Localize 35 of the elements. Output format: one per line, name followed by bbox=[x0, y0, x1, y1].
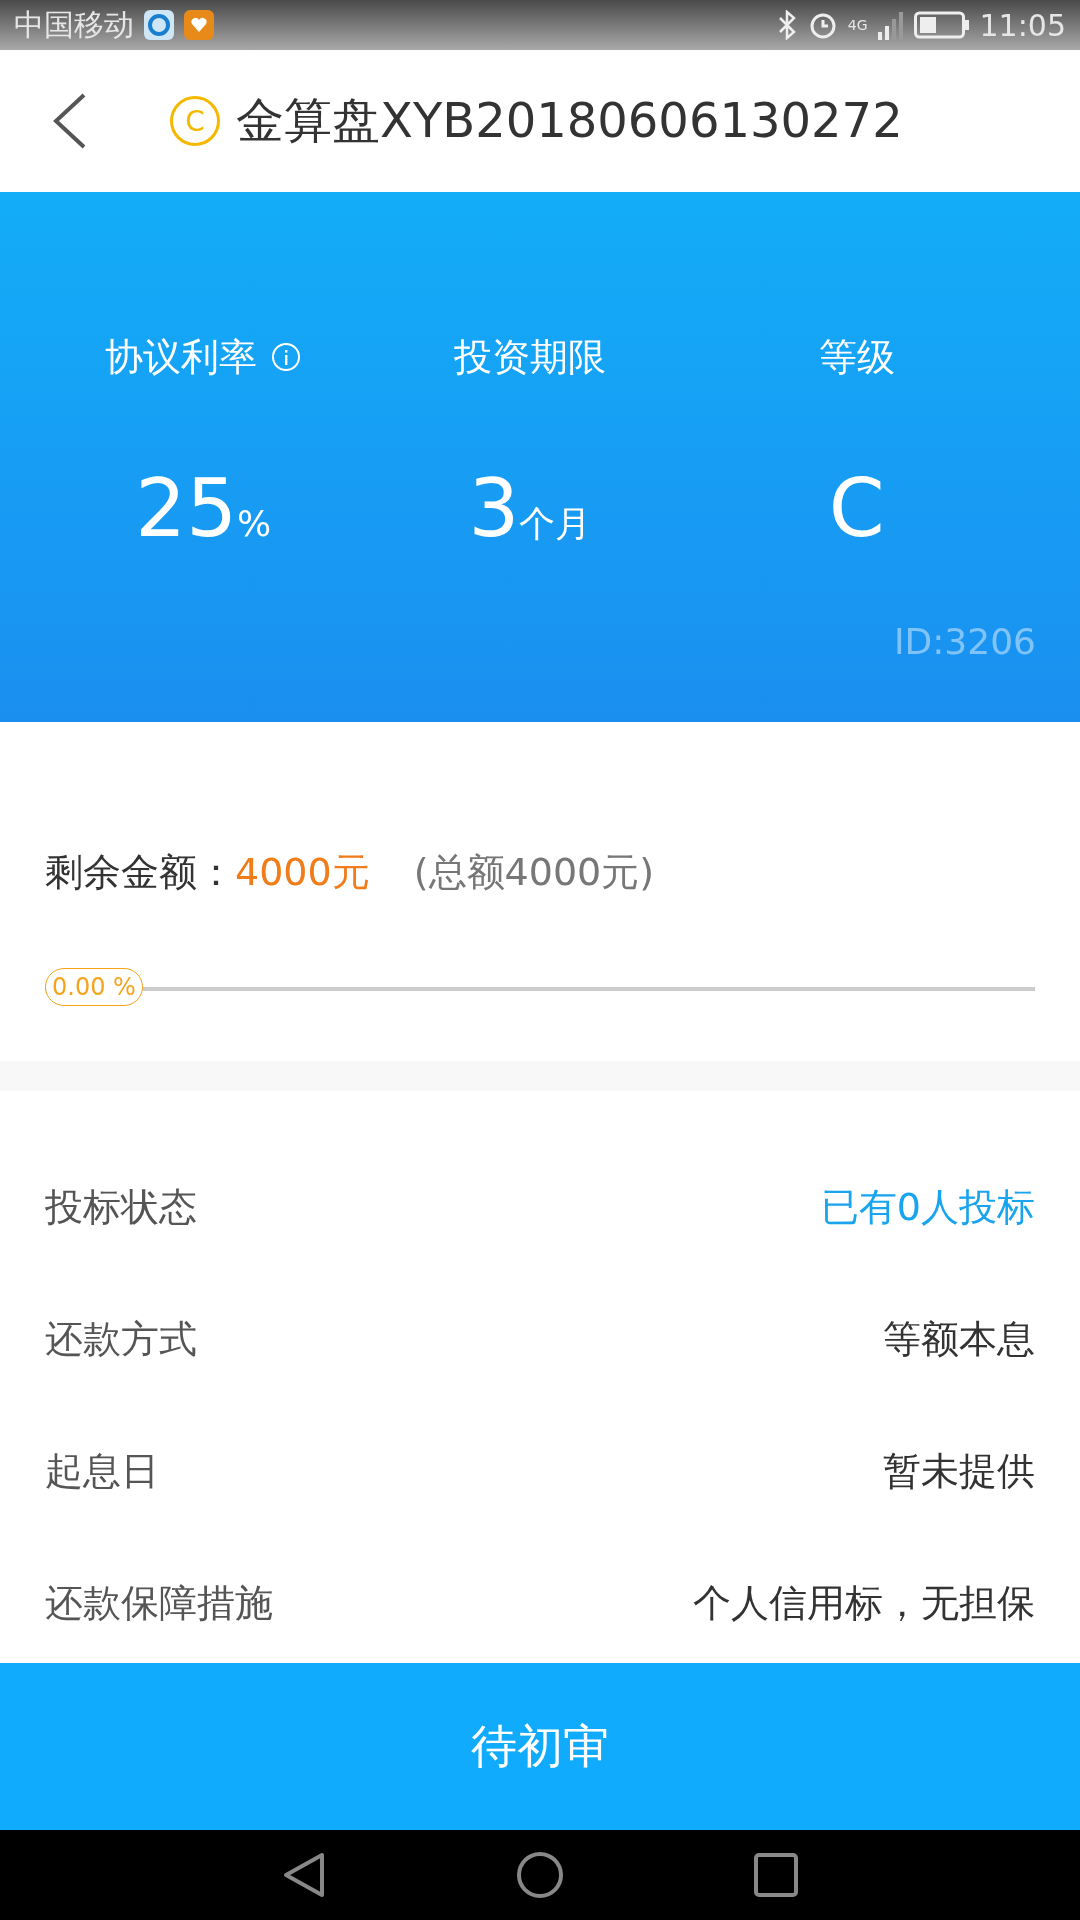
detail-label: 投标状态 bbox=[45, 1183, 197, 1231]
stat-value: C bbox=[828, 462, 885, 555]
page-title: 金算盘XYB20180606130272 bbox=[236, 91, 903, 150]
progress-reading: 0.00 % bbox=[45, 968, 143, 1006]
status-action-button[interactable]: 待初审 bbox=[0, 1663, 1080, 1830]
carrier-name: 中国移动 bbox=[14, 5, 134, 44]
info-icon[interactable] bbox=[271, 342, 302, 372]
signal-icon bbox=[877, 10, 904, 40]
stat-unit: 个月 bbox=[519, 502, 592, 546]
detail-label: 还款保障措施 bbox=[45, 1579, 273, 1627]
stat-unit: % bbox=[237, 503, 272, 544]
detail-label: 还款方式 bbox=[45, 1315, 197, 1363]
grade-badge: C bbox=[170, 96, 220, 146]
battery-icon bbox=[913, 11, 970, 39]
amount-label: 剩余金额： bbox=[45, 848, 235, 896]
total-amount: (总额4000元) bbox=[413, 848, 655, 896]
clock-time: 11:05 bbox=[979, 7, 1066, 43]
detail-value: 已有0人投标 bbox=[820, 1183, 1035, 1231]
detail-value: 等额本息 bbox=[883, 1315, 1035, 1363]
detail-label: 起息日 bbox=[45, 1447, 159, 1495]
heart-app-icon bbox=[184, 10, 214, 40]
stat-value: 25 bbox=[135, 462, 238, 555]
home-nav-icon[interactable] bbox=[516, 1851, 564, 1899]
network-label: 4G bbox=[847, 17, 868, 33]
stat-label: 协议利率 bbox=[105, 333, 258, 381]
stat-label: 投资期限 bbox=[454, 333, 606, 381]
detail-value: 个人信用标，无担保 bbox=[693, 1579, 1035, 1627]
detail-value: 暂未提供 bbox=[883, 1447, 1035, 1495]
recents-nav-icon[interactable] bbox=[754, 1853, 798, 1897]
stat-value: 3 bbox=[468, 462, 520, 555]
back-nav-icon[interactable] bbox=[282, 1851, 326, 1899]
stat-label: 等级 bbox=[818, 333, 895, 381]
app-icon bbox=[144, 10, 174, 40]
remaining-amount: 4000元 bbox=[235, 848, 370, 896]
loan-id: ID:3206 bbox=[893, 621, 1036, 662]
